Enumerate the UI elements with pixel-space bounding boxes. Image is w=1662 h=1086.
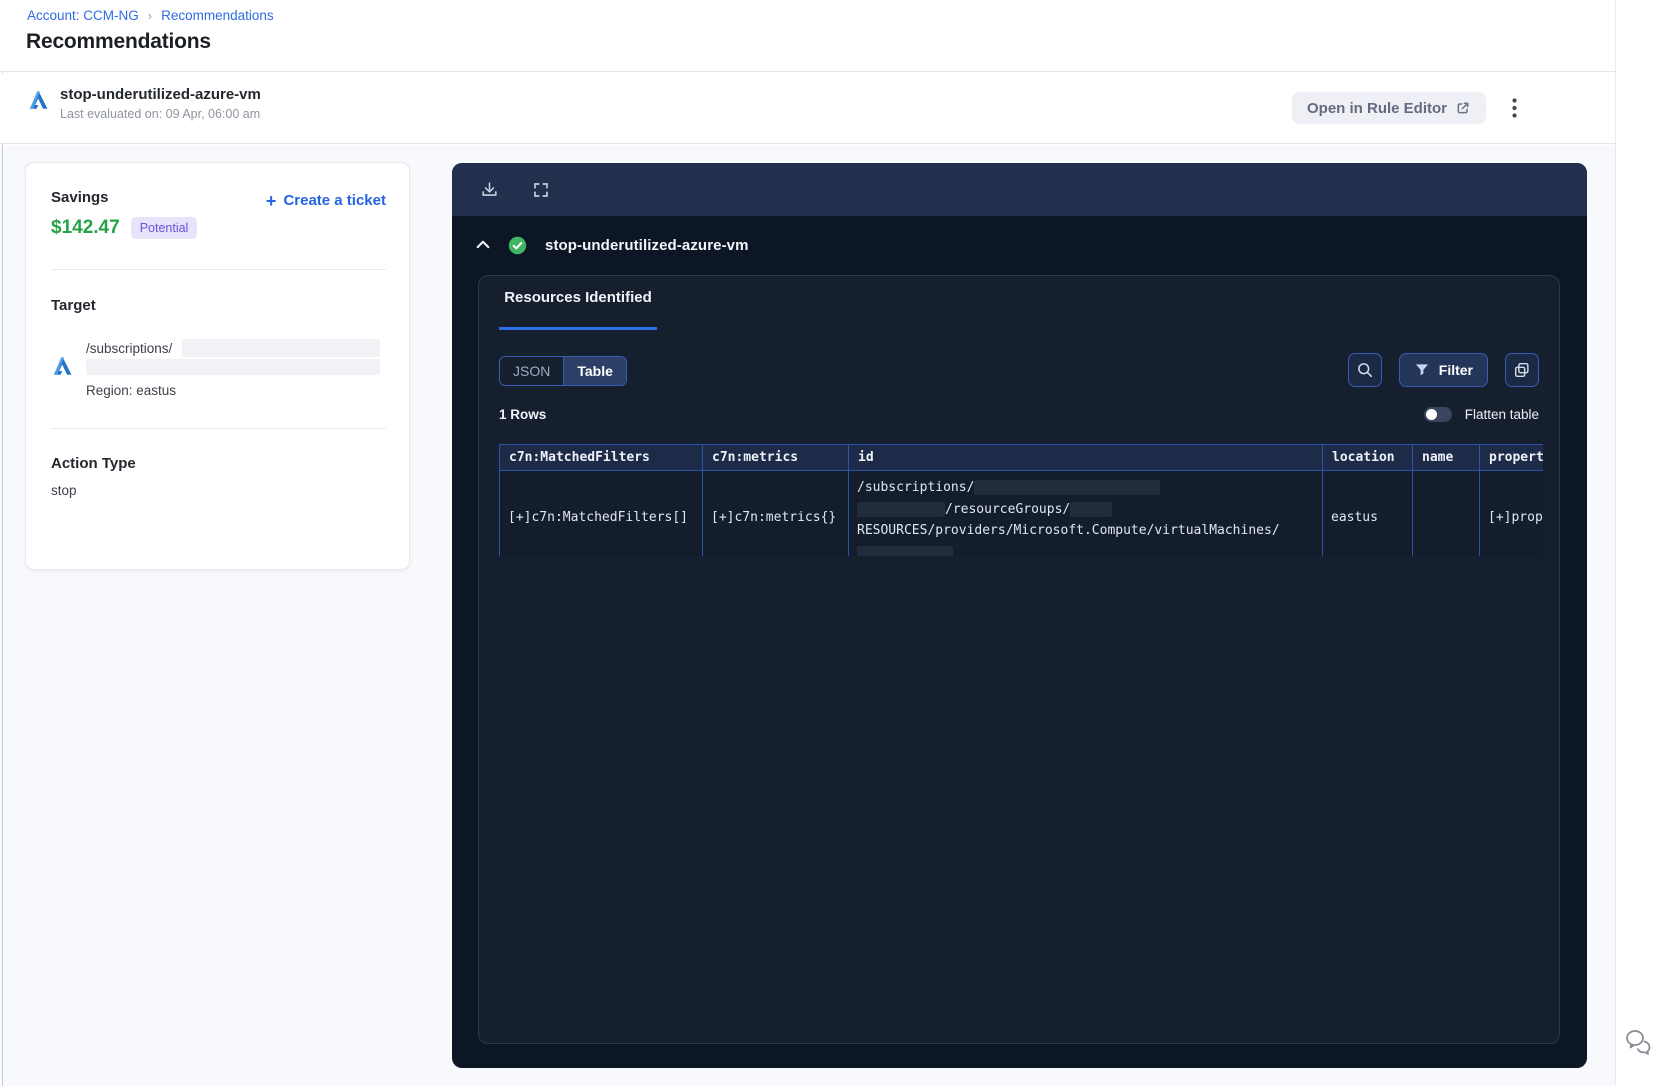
download-button[interactable] <box>478 179 500 201</box>
download-icon <box>481 182 497 196</box>
table-view-button[interactable]: Table <box>564 357 626 385</box>
more-options-kebab-button[interactable] <box>1501 95 1527 121</box>
page-left-border <box>2 0 3 1086</box>
id-line-1: /subscriptions/ <box>857 477 1314 499</box>
id-line-3: RESOURCES/providers/Microsoft.Compute/vi… <box>857 523 1280 538</box>
search-icon <box>1357 363 1372 378</box>
cell-properties-expand[interactable]: [+]prop <box>1479 470 1543 556</box>
cell-id: /subscriptions/ /resourceGroups/ RESOURC… <box>848 470 1323 556</box>
id-line-4 <box>857 542 1314 556</box>
copy-button[interactable] <box>1505 353 1539 387</box>
collapse-chevron-up-icon[interactable] <box>473 236 493 256</box>
filter-button-label: Filter <box>1438 362 1473 378</box>
recommendation-header: stop-underutilized-azure-vm Last evaluat… <box>0 73 1615 144</box>
tab-resources-identified-label: Resources Identified <box>504 289 652 306</box>
col-header-matched-filters: c7n:MatchedFilters <box>499 444 703 471</box>
view-mode-toggle: JSON Table <box>499 356 627 386</box>
action-type-value: stop <box>51 483 77 498</box>
recommendation-name: stop-underutilized-azure-vm <box>60 86 261 103</box>
cell-name <box>1412 470 1480 556</box>
savings-card: Savings + Create a ticket $142.47 Potent… <box>25 162 410 570</box>
results-table-container: c7n:MatchedFilters c7n:metrics id locati… <box>499 444 1543 556</box>
filter-button[interactable]: Filter <box>1398 353 1488 387</box>
rule-section-header: stop-underutilized-azure-vm <box>452 216 1587 275</box>
resources-identified-panel: Resources Identified JSON Table Filter 1… <box>478 275 1560 1044</box>
open-in-rule-editor-label: Open in Rule Editor <box>1306 99 1447 117</box>
rule-execution-panel: stop-underutilized-azure-vm Resources Id… <box>452 163 1587 1068</box>
panel-rule-name: stop-underutilized-azure-vm <box>545 237 749 254</box>
external-link-icon <box>1457 102 1469 114</box>
kebab-icon <box>1511 98 1517 118</box>
breadcrumb-account-link[interactable]: Account: CCM-NG <box>27 8 139 23</box>
results-table: c7n:MatchedFilters c7n:metrics id locati… <box>499 444 1543 556</box>
open-in-rule-editor-button[interactable]: Open in Rule Editor <box>1291 92 1486 124</box>
col-header-metrics: c7n:metrics <box>702 444 849 471</box>
right-gutter <box>1616 0 1662 1086</box>
copy-icon <box>1514 362 1529 378</box>
savings-amount: $142.47 <box>51 217 120 238</box>
panel-toolbar <box>452 163 1587 216</box>
cell-matched-filters-expand[interactable]: [+]c7n:MatchedFilters[] <box>499 470 703 556</box>
redacted-subscription-id <box>182 339 380 357</box>
action-type-label: Action Type <box>51 455 136 472</box>
filter-funnel-icon <box>1415 364 1428 376</box>
card-divider <box>51 428 386 429</box>
page-right-border <box>1615 0 1616 1086</box>
breadcrumb: Account: CCM-NG › Recommendations <box>27 8 274 23</box>
fullscreen-button[interactable] <box>530 179 552 201</box>
create-ticket-link[interactable]: + Create a ticket <box>265 190 386 211</box>
table-header-row: c7n:MatchedFilters c7n:metrics id locati… <box>499 444 1543 471</box>
cell-location: eastus <box>1322 470 1413 556</box>
page-title: Recommendations <box>26 30 211 53</box>
last-evaluated-text: Last evaluated on: 09 Apr, 06:00 am <box>60 107 261 121</box>
savings-label: Savings <box>51 189 109 206</box>
id-line-2: /resourceGroups/ <box>857 499 1314 521</box>
col-header-location: location <box>1322 444 1413 471</box>
create-ticket-label: Create a ticket <box>283 192 386 209</box>
card-divider <box>51 269 386 270</box>
target-path: /subscriptions/ <box>86 341 173 356</box>
cell-metrics-expand[interactable]: [+]c7n:metrics{} <box>702 470 849 556</box>
azure-icon <box>53 357 72 375</box>
target-region: Region: eastus <box>86 383 177 398</box>
page-root: Account: CCM-NG › Recommendations Recomm… <box>0 0 1662 1086</box>
flatten-table-label: Flatten table <box>1464 407 1539 422</box>
col-header-name: name <box>1412 444 1480 471</box>
plus-icon: + <box>265 190 277 211</box>
redacted-resource-path <box>86 359 380 375</box>
json-view-button[interactable]: JSON <box>500 357 565 385</box>
recommendation-identity: stop-underutilized-azure-vm Last evaluat… <box>27 86 261 121</box>
chat-bubbles-icon <box>1626 1030 1651 1055</box>
toggle-knob <box>1425 409 1437 420</box>
flatten-table-toggle[interactable] <box>1423 407 1452 422</box>
tab-resources-identified[interactable]: Resources Identified <box>499 289 657 330</box>
redacted-vm-name <box>857 546 953 556</box>
savings-amount-row: $142.47 Potential <box>51 217 198 239</box>
breadcrumb-separator-icon: › <box>147 8 153 23</box>
redacted-subscription-guid <box>974 480 1161 495</box>
success-check-icon <box>508 236 527 255</box>
search-button[interactable] <box>1347 353 1382 387</box>
redacted-text <box>1070 501 1113 517</box>
fullscreen-icon <box>534 182 548 197</box>
table-row: [+]c7n:MatchedFilters[] [+]c7n:metrics{}… <box>499 470 1543 556</box>
azure-icon <box>29 91 48 109</box>
chat-help-button[interactable] <box>1622 1024 1656 1058</box>
panel-actions: Filter <box>1347 353 1539 387</box>
breadcrumb-recommendations-link[interactable]: Recommendations <box>161 8 274 23</box>
recommendation-title-block: stop-underutilized-azure-vm Last evaluat… <box>60 86 261 121</box>
col-header-id: id <box>848 444 1323 471</box>
redacted-text <box>857 501 945 517</box>
col-header-properties: propert <box>1479 444 1543 471</box>
flatten-table-control: Flatten table <box>1423 407 1539 422</box>
potential-badge: Potential <box>130 217 198 239</box>
top-header: Account: CCM-NG › Recommendations Recomm… <box>0 0 1615 72</box>
rows-count: 1 Rows <box>499 407 547 422</box>
target-label: Target <box>51 297 96 314</box>
